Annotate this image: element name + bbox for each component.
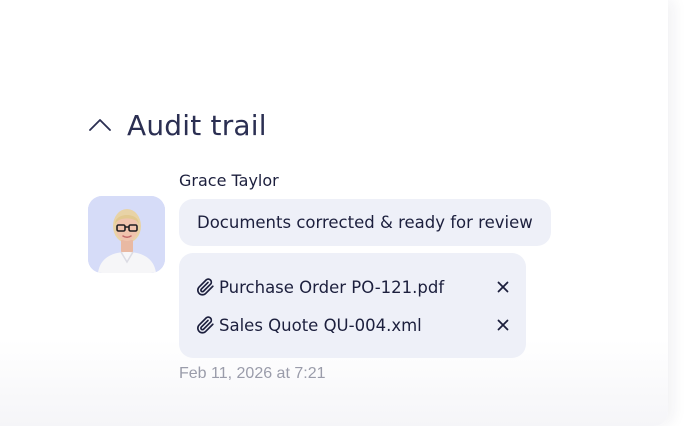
message-bubble: Documents corrected & ready for review [179,199,551,246]
close-icon[interactable] [496,318,510,332]
timestamp: Feb 11, 2026 at 7:21 [179,365,326,382]
attachments-box: Purchase Order PO-121.pdf Sales Quote QU… [179,253,526,358]
author-name: Grace Taylor [179,171,279,190]
avatar [88,196,165,273]
chevron-up-icon[interactable] [88,115,114,135]
message-text: Documents corrected & ready for review [197,213,533,232]
paperclip-icon [195,277,215,297]
attachment-name[interactable]: Purchase Order PO-121.pdf [219,278,496,297]
paperclip-icon [195,315,215,335]
close-icon[interactable] [496,280,510,294]
attachment-item[interactable]: Purchase Order PO-121.pdf [195,273,510,301]
attachment-item[interactable]: Sales Quote QU-004.xml [195,311,510,339]
attachment-name[interactable]: Sales Quote QU-004.xml [219,316,496,335]
audit-trail-header[interactable]: Audit trail [88,104,267,146]
audit-trail-panel: Audit trail Grace Taylor Documents corre… [0,0,668,426]
section-title: Audit trail [127,108,267,142]
